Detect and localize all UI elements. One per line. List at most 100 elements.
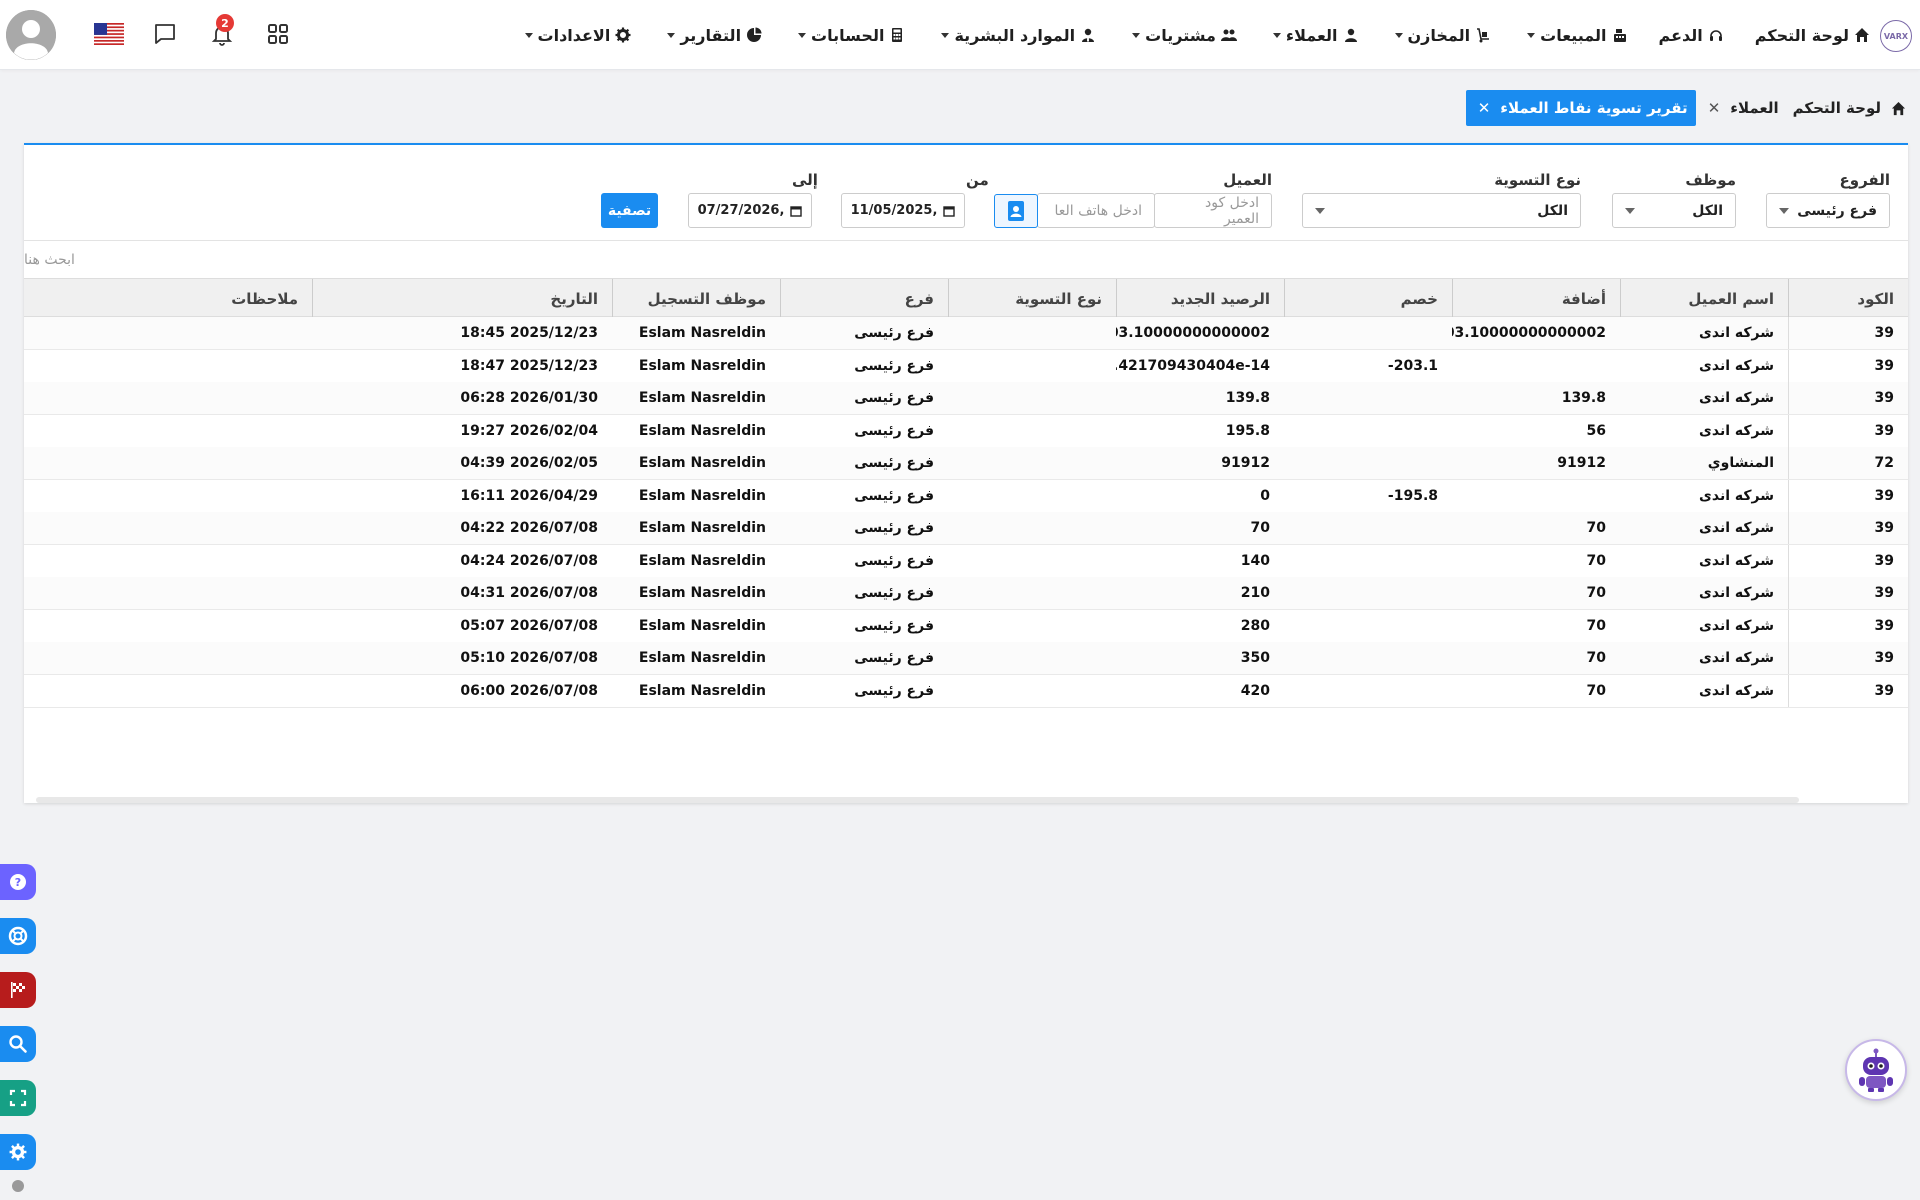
table-row[interactable]: 39 شركه اندى 70 280 فرع رئيسى Eslam Nasreldin… xyxy=(24,609,1908,643)
cell-registered-by: Eslam Nasreldin xyxy=(638,520,766,536)
brand-logo[interactable]: VARX xyxy=(1880,20,1912,52)
nav-dashboard[interactable]: لوحة التحكم xyxy=(1755,26,1870,45)
table-row[interactable]: 39 شركه اندى -203.1 ...421709430404e-14 فرع … xyxy=(24,349,1908,383)
cell-deduction: -195.8 xyxy=(1387,487,1438,504)
col-deduction[interactable]: خصم xyxy=(1284,279,1452,318)
close-icon[interactable]: ✕ xyxy=(1708,99,1721,117)
tab-dashboard[interactable]: لوحة التحكم xyxy=(1786,90,1912,126)
home-icon xyxy=(1891,101,1906,115)
cell-code: 39 xyxy=(1788,382,1908,414)
chevron-down-icon xyxy=(1132,32,1141,38)
us-flag-icon xyxy=(94,23,124,45)
col-new-balance[interactable]: الرصيد الجديد xyxy=(1116,279,1284,318)
cell-deduction xyxy=(1284,545,1452,577)
table-row[interactable]: 39 شركه اندى 203.10000000000002 203.1000000… xyxy=(24,317,1908,350)
help-button[interactable]: ? xyxy=(0,864,36,900)
tab-customer-points-settlement-report[interactable]: تقرير تسوية نقاط العملاء ✕ xyxy=(1465,90,1696,126)
to-date-label: إلى xyxy=(792,171,818,189)
customer-phone-input[interactable]: ادخل هاتف العا xyxy=(1037,193,1155,228)
cell-new-balance: 203.10000000000002 xyxy=(1116,325,1270,341)
top-navbar: VARX لوحة التحكم الدعم المبيعات المخازن … xyxy=(0,0,1920,70)
chevron-down-icon xyxy=(667,32,676,38)
cell-addition: 70 xyxy=(1586,650,1606,666)
cell-customer-name: شركه اندى xyxy=(1699,390,1774,406)
goals-button[interactable] xyxy=(0,972,36,1008)
cell-code: 39 xyxy=(1788,349,1908,382)
table-row[interactable]: 39 شركه اندى 139.8 139.8 فرع رئيسى Eslam Nasr… xyxy=(24,382,1908,415)
ai-assistant-button[interactable] xyxy=(1845,1039,1907,1101)
table-row[interactable]: 72 المنشاوي 91912 91912 فرع رئيسى Eslam Nasre… xyxy=(24,447,1908,480)
support-button[interactable] xyxy=(0,918,36,954)
branch-select[interactable]: فرع رئيسى xyxy=(1766,193,1890,228)
table-row[interactable]: 39 شركه اندى 70 70 فرع رئيسى Eslam Nasreldin 0… xyxy=(24,512,1908,545)
nav-sales[interactable]: المبيعات xyxy=(1522,26,1627,45)
pie-chart-icon xyxy=(747,27,762,42)
cell-registered-by: Eslam Nasreldin xyxy=(638,487,766,504)
users-icon xyxy=(1220,29,1237,41)
table-row[interactable]: 39 شركه اندى 70 210 فرع رئيسى Eslam Nasreldin… xyxy=(24,577,1908,610)
table-row[interactable]: 39 شركه اندى 70 140 فرع رئيسى Eslam Nasreldin… xyxy=(24,544,1908,578)
col-branch[interactable]: فرع xyxy=(780,279,948,318)
cell-customer-name: شركه اندى xyxy=(1699,585,1774,601)
cell-code: 39 xyxy=(1788,512,1908,544)
col-settlement-type[interactable]: نوع التسوية xyxy=(948,279,1116,318)
cell-settlement-type xyxy=(948,512,1116,544)
col-addition[interactable]: أضافة xyxy=(1452,279,1620,318)
employee-select[interactable]: الكل xyxy=(1612,193,1736,228)
cell-addition: 91912 xyxy=(1557,455,1606,471)
cell-branch: فرع رئيسى xyxy=(854,520,934,536)
fullscreen-button[interactable] xyxy=(0,1080,36,1116)
user-avatar[interactable] xyxy=(6,10,56,60)
from-date-input[interactable]: 11/05/2025, xyxy=(841,193,965,228)
nav-purchases[interactable]: مشتريات xyxy=(1127,26,1237,45)
col-registered-by[interactable]: موظف التسجيل xyxy=(612,279,780,318)
col-date[interactable]: التاريخ xyxy=(312,279,612,318)
from-date-label: من xyxy=(966,171,989,189)
nav-settings[interactable]: الاعدادات xyxy=(520,26,632,45)
nav-customers[interactable]: العملاء xyxy=(1268,26,1359,45)
col-notes[interactable]: ملاحظات xyxy=(24,279,312,318)
nav-warehouses[interactable]: المخازن xyxy=(1390,26,1492,45)
cash-register-icon xyxy=(1613,29,1626,42)
nav-hr[interactable]: الموارد البشرية xyxy=(936,26,1096,45)
table-row[interactable]: 39 شركه اندى -195.8 0 فرع رئيسى Eslam Nasreld… xyxy=(24,479,1908,513)
cell-deduction xyxy=(1284,577,1452,609)
apps-grid-button[interactable] xyxy=(264,20,292,48)
cell-notes xyxy=(24,317,312,349)
cell-new-balance: 140 xyxy=(1240,552,1270,569)
cell-registered-by: Eslam Nasreldin xyxy=(638,357,766,374)
cell-date: 06:00 2026/07/08 xyxy=(460,682,598,699)
table-row[interactable]: 39 شركه اندى 56 195.8 فرع رئيسى Eslam Nasreld… xyxy=(24,414,1908,448)
horizontal-scrollbar[interactable] xyxy=(36,797,1799,803)
nav-reports[interactable]: التقارير xyxy=(662,26,762,45)
dropdown-arrow-icon xyxy=(1779,207,1789,214)
tab-customers[interactable]: العملاء ✕ xyxy=(1697,90,1785,126)
filter-button[interactable]: تصفية xyxy=(601,193,658,228)
home-icon xyxy=(1855,28,1869,42)
language-switch[interactable] xyxy=(93,20,125,48)
settings-button[interactable] xyxy=(0,1134,36,1170)
cell-notes xyxy=(24,382,312,414)
col-code[interactable]: الكود xyxy=(1788,279,1908,318)
customer-lookup-button[interactable] xyxy=(994,194,1038,228)
settlement-type-select[interactable]: الكل xyxy=(1302,193,1581,228)
table-row[interactable]: 39 شركه اندى 70 350 فرع رئيسى Eslam Nasreldin… xyxy=(24,642,1908,675)
table-search-input[interactable]: ابحث هنا xyxy=(24,240,1908,278)
nav-support[interactable]: الدعم xyxy=(1659,26,1724,45)
nav-accounts[interactable]: الحسابات xyxy=(793,26,905,45)
cell-notes xyxy=(24,480,312,512)
cell-settlement-type xyxy=(948,447,1116,479)
to-date-input[interactable]: 07/27/2026, xyxy=(688,193,812,228)
headset-icon xyxy=(1709,30,1722,41)
side-handle-dot[interactable] xyxy=(12,1180,24,1192)
cell-registered-by: Eslam Nasreldin xyxy=(638,455,766,471)
customer-code-input[interactable]: ادخل كود العمير xyxy=(1154,193,1272,228)
cell-notes xyxy=(24,675,312,707)
notifications-button[interactable]: 2 xyxy=(208,14,236,48)
cell-deduction xyxy=(1284,415,1452,447)
close-icon[interactable]: ✕ xyxy=(1478,99,1491,117)
global-search-button[interactable] xyxy=(0,1026,36,1062)
messages-button[interactable] xyxy=(151,20,179,48)
col-customer-name[interactable]: اسم العميل xyxy=(1620,279,1788,318)
table-row[interactable]: 39 شركه اندى 70 420 فرع رئيسى Eslam Nasreldin… xyxy=(24,674,1908,708)
